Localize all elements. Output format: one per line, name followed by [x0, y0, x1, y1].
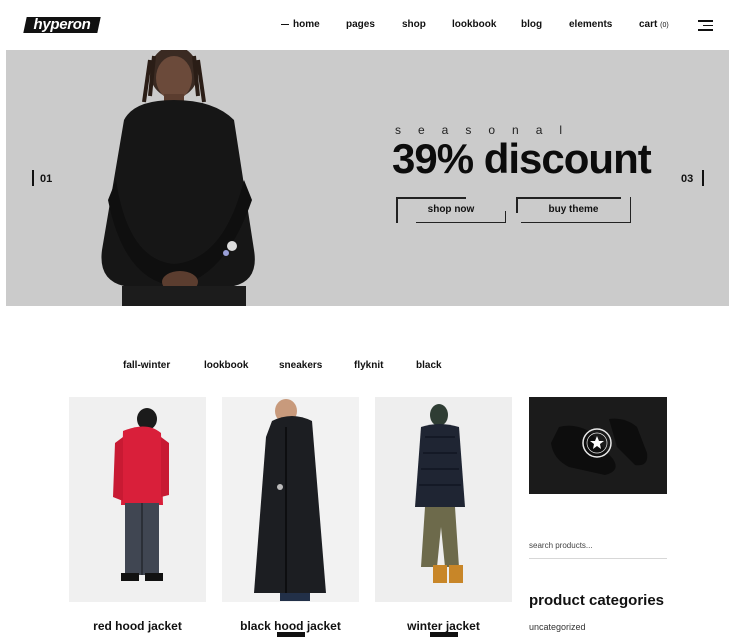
nav-cart[interactable]: cart (0) [639, 19, 669, 32]
product-image[interactable] [375, 397, 512, 602]
nav-pages[interactable]: pages [346, 19, 375, 31]
product-badge [430, 632, 458, 637]
categories-title: product categories [529, 592, 665, 609]
active-dash-icon [281, 23, 289, 26]
site-header: hyperon home pages shop lookbook blog el… [0, 0, 735, 50]
category-item[interactable]: uncategorized [529, 622, 586, 632]
product-card[interactable]: winter jacket [375, 397, 512, 637]
nav-shop[interactable]: shop [402, 19, 426, 31]
sneaker-image [529, 397, 667, 494]
nav-home-label: home [293, 19, 320, 30]
filter-black[interactable]: black [416, 360, 442, 371]
red-hood-jacket-image [69, 397, 206, 602]
filter-flyknit[interactable]: flyknit [354, 360, 383, 371]
hero-model-image [101, 50, 255, 306]
product-name[interactable]: red hood jacket [69, 619, 206, 633]
nav-blog[interactable]: blog [521, 19, 542, 31]
hamburger-menu-icon[interactable] [698, 20, 713, 31]
shop-now-button[interactable]: shop now [396, 197, 506, 223]
main-nav: home pages shop lookbook blog elements c… [0, 19, 735, 33]
nav-cart-label: cart [639, 19, 658, 30]
product-card[interactable]: black hood jacket [222, 397, 359, 637]
slide-next-bar [702, 170, 704, 186]
product-image[interactable] [69, 397, 206, 602]
nav-elements[interactable]: elements [569, 19, 612, 31]
buy-theme-button[interactable]: buy theme [516, 197, 631, 223]
sneaker-banner-image[interactable] [529, 397, 667, 494]
nav-lookbook[interactable]: lookbook [452, 19, 496, 31]
product-name[interactable]: black hood jacket [222, 619, 359, 633]
product-name[interactable]: winter jacket [375, 619, 512, 633]
cart-count: (0) [660, 22, 669, 29]
product-card[interactable]: red hood jacket [69, 397, 206, 633]
hero-banner: 01 03 seasonal 39% discount shop now buy… [6, 50, 729, 306]
filter-sneakers[interactable]: sneakers [279, 360, 322, 371]
filter-lookbook[interactable]: lookbook [204, 360, 248, 371]
product-badge [277, 632, 305, 637]
slide-next[interactable]: 03 [681, 173, 693, 185]
black-hood-jacket-image [222, 397, 359, 602]
hero-headline: 39% discount [392, 135, 652, 182]
product-image[interactable] [222, 397, 359, 602]
winter-jacket-image [375, 397, 512, 602]
filter-fall-winter[interactable]: fall-winter [123, 360, 170, 371]
nav-home[interactable]: home [281, 19, 320, 31]
slide-prev-bar [32, 170, 34, 186]
search-input[interactable]: search products... [529, 539, 667, 559]
buy-theme-label: buy theme [548, 204, 599, 215]
shop-now-label: shop now [427, 204, 475, 215]
slide-prev[interactable]: 01 [40, 173, 52, 185]
